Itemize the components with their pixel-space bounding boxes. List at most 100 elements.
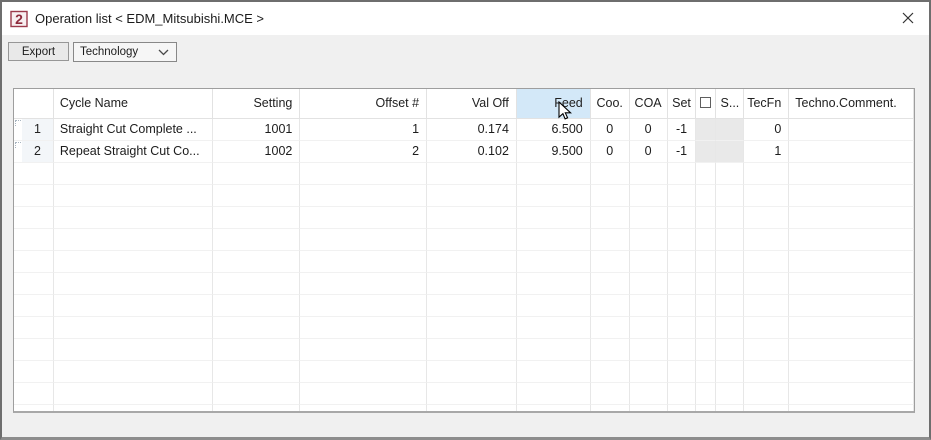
cell-cycle-name xyxy=(54,185,213,207)
window-title: Operation list < EDM_Mitsubishi.MCE > xyxy=(35,11,264,26)
cell-setting[interactable]: 1002 xyxy=(213,141,301,163)
column-header-feed[interactable]: Feed xyxy=(517,89,591,119)
cell-feed xyxy=(517,383,591,405)
cell-tecfn[interactable]: 0 xyxy=(744,119,789,141)
cell-feed xyxy=(517,317,591,339)
cell-comment[interactable] xyxy=(789,141,914,163)
cell-cycle-name xyxy=(54,317,213,339)
cell-comment xyxy=(789,361,914,383)
cell-cycle-name xyxy=(54,207,213,229)
column-header-val-off[interactable]: Val Off xyxy=(427,89,517,119)
cell-coo xyxy=(591,229,630,251)
column-header-s[interactable]: S... xyxy=(716,89,744,119)
column-header-comment[interactable]: Techno.Comment. xyxy=(789,89,914,119)
cell-select[interactable] xyxy=(696,119,716,141)
cell-offset[interactable]: 1 xyxy=(300,119,427,141)
cell-feed xyxy=(517,207,591,229)
cell-val-off[interactable]: 0.102 xyxy=(427,141,517,163)
close-button[interactable] xyxy=(891,4,925,32)
cell-feed xyxy=(517,361,591,383)
cell-coo xyxy=(591,163,630,185)
cell-coa xyxy=(630,339,668,361)
row-number-cell xyxy=(22,339,54,361)
cell-s xyxy=(716,295,744,317)
select-all-checkbox[interactable] xyxy=(700,97,711,108)
row-drag-handle[interactable] xyxy=(14,119,22,141)
cell-tecfn xyxy=(744,361,789,383)
row-drag-handle xyxy=(14,207,22,229)
cell-select xyxy=(696,383,716,405)
cell-comment xyxy=(789,251,914,273)
cell-select xyxy=(696,339,716,361)
cell-feed[interactable]: 9.500 xyxy=(517,141,591,163)
cell-set xyxy=(668,185,697,207)
row-number-cell xyxy=(22,295,54,317)
technology-dropdown[interactable]: Technology xyxy=(73,42,177,62)
cell-val-off xyxy=(427,339,517,361)
cell-feed[interactable]: 6.500 xyxy=(517,119,591,141)
export-button[interactable]: Export xyxy=(8,42,69,61)
column-header-set[interactable]: Set xyxy=(668,89,697,119)
grid-header-row: Cycle NameSettingOffset #Val OffFeedCoo.… xyxy=(14,89,914,119)
column-header-select[interactable] xyxy=(696,89,716,119)
cell-coo[interactable]: 0 xyxy=(591,119,630,141)
cell-set xyxy=(668,163,697,185)
cell-feed xyxy=(517,273,591,295)
cell-offset[interactable]: 2 xyxy=(300,141,427,163)
column-header-tecfn[interactable]: TecFn xyxy=(744,89,789,119)
cell-tecfn xyxy=(744,383,789,405)
column-header-cycle-name[interactable]: Cycle Name xyxy=(54,89,213,119)
cell-tecfn xyxy=(744,163,789,185)
cell-comment xyxy=(789,339,914,361)
cell-setting xyxy=(213,207,301,229)
cell-set xyxy=(668,317,697,339)
column-header-offset[interactable]: Offset # xyxy=(300,89,427,119)
cell-set xyxy=(668,207,697,229)
cell-offset xyxy=(300,163,427,185)
row-drag-handle[interactable] xyxy=(14,141,22,163)
cell-setting xyxy=(213,229,301,251)
cell-offset xyxy=(300,229,427,251)
empty-grid-row xyxy=(14,317,914,339)
row-number-cell[interactable]: 1 xyxy=(22,119,54,141)
empty-grid-row xyxy=(14,405,914,413)
cell-comment xyxy=(789,295,914,317)
column-header-coo[interactable]: Coo. xyxy=(591,89,630,119)
cell-comment[interactable] xyxy=(789,119,914,141)
cell-setting[interactable]: 1001 xyxy=(213,119,301,141)
cell-cycle-name xyxy=(54,163,213,185)
cell-coa[interactable]: 0 xyxy=(630,141,668,163)
cell-select xyxy=(696,361,716,383)
row-number-cell xyxy=(22,317,54,339)
cell-set[interactable]: -1 xyxy=(668,119,697,141)
cell-coa[interactable]: 0 xyxy=(630,119,668,141)
table-row: 1Straight Cut Complete ...100110.1746.50… xyxy=(14,119,914,141)
cell-val-off[interactable]: 0.174 xyxy=(427,119,517,141)
column-header-coa[interactable]: COA xyxy=(630,89,668,119)
cell-tecfn xyxy=(744,317,789,339)
cell-cycle-name xyxy=(54,405,213,413)
cell-cycle-name[interactable]: Straight Cut Complete ... xyxy=(54,119,213,141)
cell-tecfn xyxy=(744,295,789,317)
row-number-cell xyxy=(22,273,54,295)
row-number-cell xyxy=(22,251,54,273)
cell-cycle-name xyxy=(54,229,213,251)
cell-select xyxy=(696,207,716,229)
cell-select xyxy=(696,163,716,185)
cell-offset xyxy=(300,185,427,207)
cell-tecfn[interactable]: 1 xyxy=(744,141,789,163)
cell-set[interactable]: -1 xyxy=(668,141,697,163)
column-header-setting[interactable]: Setting xyxy=(213,89,301,119)
cell-coo[interactable]: 0 xyxy=(591,141,630,163)
cell-cycle-name[interactable]: Repeat Straight Cut Co... xyxy=(54,141,213,163)
cell-coa xyxy=(630,273,668,295)
row-handle-icon xyxy=(15,142,21,148)
cell-offset xyxy=(300,207,427,229)
cell-feed xyxy=(517,251,591,273)
cell-s xyxy=(716,405,744,413)
row-number-cell[interactable]: 2 xyxy=(22,141,54,163)
cell-s[interactable] xyxy=(716,141,744,163)
cell-s[interactable] xyxy=(716,119,744,141)
cell-select[interactable] xyxy=(696,141,716,163)
cell-comment xyxy=(789,207,914,229)
